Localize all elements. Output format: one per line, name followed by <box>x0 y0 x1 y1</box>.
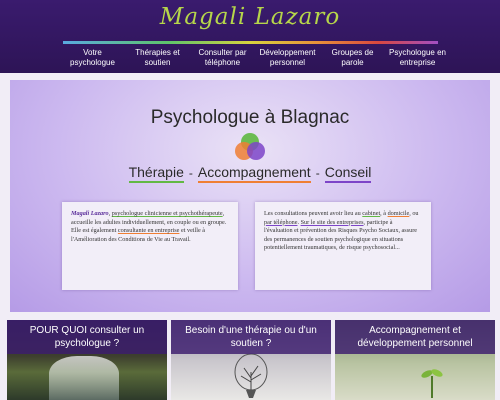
site-header: Magali Lazaro Votre psychologue Thérapie… <box>0 0 500 73</box>
nav-item-therapies[interactable]: Thérapies et soutien <box>125 46 190 73</box>
tile-title: POUR QUOI consulter un psychologue ? <box>29 325 145 349</box>
tile-therapie-soutien[interactable]: Besoin d'une thérapie ou d'un soutien ? <box>171 320 331 400</box>
text-segment: , ou <box>409 210 419 217</box>
author-name-link[interactable]: Magali Lazaro <box>71 210 109 217</box>
consultations-card: Les consultations peuvent avoir lieu au … <box>255 202 431 290</box>
purple-circle-icon <box>247 142 265 160</box>
brand-logo[interactable]: Magali Lazaro <box>0 4 500 30</box>
nav-item-votre-psychologue[interactable]: Votre psychologue <box>60 46 125 73</box>
tag-separator: - <box>188 166 193 180</box>
telephone-link[interactable]: par téléphone <box>264 219 298 226</box>
tree-head-image <box>234 353 268 398</box>
circles-logo-icon <box>233 133 267 161</box>
main-nav: Votre psychologue Thérapies et soutien C… <box>60 46 450 73</box>
psychologue-link[interactable]: psychologue clinicienne et psychothérape… <box>112 210 223 217</box>
nav-item-entreprise[interactable]: Psychologue en entreprise <box>385 46 450 73</box>
hero-section: Psychologue à Blagnac Thérapie - Accompa… <box>10 80 490 312</box>
tile-title: Accompagnement et développement personne… <box>357 325 473 349</box>
tag-separator: - <box>315 166 320 180</box>
intro-card: Magali Lazaro, psychologue clinicienne e… <box>62 202 238 290</box>
waterfall-image <box>49 356 119 400</box>
tile-title: Besoin d'une thérapie ou d'un soutien ? <box>185 325 317 349</box>
cabinet-link[interactable]: cabinet <box>362 210 380 217</box>
hero-title: Psychologue à Blagnac <box>150 107 350 128</box>
text-segment: , à <box>380 210 388 217</box>
text-segment: Les consultations peuvent avoir lieu au <box>264 210 363 217</box>
tagline: Thérapie - Accompagnement - Conseil <box>10 164 490 183</box>
nav-item-groupes[interactable]: Groupes de parole <box>320 46 385 73</box>
consultante-link[interactable]: consultante en entreprise <box>118 227 180 234</box>
tile-pourquoi-consulter[interactable]: POUR QUOI consulter un psychologue ? <box>7 320 167 400</box>
entreprises-link[interactable]: Sur le site des entreprises <box>301 219 364 226</box>
nav-item-developpement[interactable]: Développement personnel <box>255 46 320 73</box>
rainbow-divider <box>63 41 438 44</box>
tag-therapie: Thérapie <box>128 164 184 183</box>
nav-item-consulter-telephone[interactable]: Consulter par téléphone <box>190 46 255 73</box>
sprout-image <box>421 369 443 398</box>
tile-accompagnement[interactable]: Accompagnement et développement personne… <box>335 320 495 400</box>
domicile-link[interactable]: domicile <box>388 210 410 217</box>
tag-conseil: Conseil <box>324 164 372 183</box>
tag-accompagnement: Accompagnement <box>197 164 311 183</box>
